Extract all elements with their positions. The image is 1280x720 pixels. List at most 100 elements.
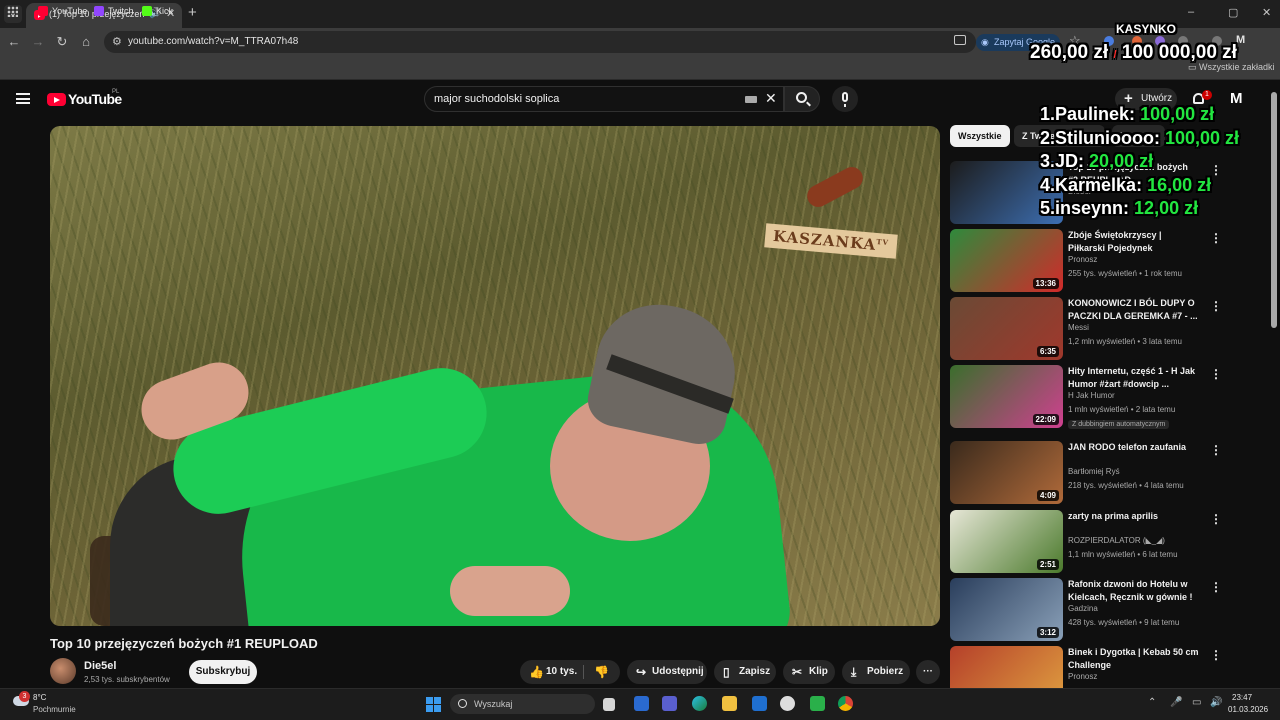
thumbs-up-icon[interactable]: 👍 <box>529 660 544 684</box>
video-thumbnail[interactable]: 6:35 <box>950 297 1063 360</box>
recommended-video[interactable]: 13:36 Zbóje Świętokrzyscy | Piłkarski Poj… <box>950 229 1222 293</box>
youtube-icon <box>38 6 48 16</box>
recommended-channel[interactable]: Pronosz <box>1068 255 1097 264</box>
bookmark-youtube[interactable]: YouTube <box>38 6 87 16</box>
recommended-video[interactable]: 4:09 JAN RODO telefon zaufania Bartłomiej … <box>950 441 1222 505</box>
more-options-icon[interactable]: ⋮ <box>1210 580 1222 594</box>
window-close-icon[interactable]: ✕ <box>1262 6 1271 19</box>
account-avatar[interactable]: M <box>1230 90 1248 108</box>
more-actions-button[interactable]: ··· <box>916 660 940 684</box>
recommended-video[interactable]: 6:35 KONONOWICZ I BÓL DUPY O PACZKI DLA G… <box>950 297 1222 361</box>
more-options-icon[interactable]: ⋮ <box>1210 299 1222 313</box>
teams-icon[interactable] <box>662 696 677 711</box>
app-icon[interactable] <box>780 696 795 711</box>
task-view-icon[interactable] <box>603 698 615 711</box>
recommended-video-title[interactable]: Binek i Dygotka | Kebab 50 cm Challenge <box>1068 646 1200 672</box>
leaderboard-rank: 4. <box>1040 174 1056 195</box>
recommended-channel[interactable]: Bartłomiej Ryś <box>1068 467 1120 476</box>
more-options-icon[interactable]: ⋮ <box>1210 648 1222 662</box>
video-thumbnail[interactable]: 22:09 <box>950 365 1063 428</box>
network-icon[interactable]: ▭ <box>1192 697 1201 708</box>
taskbar-search-input[interactable]: Wyszukaj <box>450 694 595 714</box>
more-options-icon[interactable]: ⋮ <box>1210 231 1222 245</box>
reload-icon[interactable]: ↻ <box>54 34 70 50</box>
more-options-icon[interactable]: ⋮ <box>1210 367 1222 381</box>
more-options-icon[interactable]: ⋮ <box>1210 163 1222 177</box>
download-button[interactable]: ⤓ Pobierz <box>842 660 910 684</box>
channel-name[interactable]: Die5el <box>84 660 116 672</box>
microphone-tray-icon[interactable]: 🎤 <box>1170 697 1182 708</box>
recommended-video[interactable]: 22:09 Hity Internetu, część 1 - H Jak Hum… <box>950 365 1222 429</box>
edge-icon[interactable] <box>692 696 707 711</box>
leaderboard-row: 5.inseynn: 12,00 zł <box>1040 198 1198 219</box>
clear-search-icon[interactable]: ✕ <box>765 90 777 107</box>
video-thumbnail[interactable]: 13:36 <box>950 229 1063 292</box>
recommended-channel[interactable]: Gadzina <box>1068 604 1098 613</box>
share-button[interactable]: ↪ Udostępnij <box>627 660 707 684</box>
recommended-video-title[interactable]: Hity Internetu, część 1 - H Jak Humor #ż… <box>1068 365 1200 391</box>
recommended-channel[interactable]: ROZPIERDALATOR (◣_◢) <box>1068 536 1165 545</box>
leaderboard-amount: 100,00 zł <box>1165 127 1240 148</box>
menu-hamburger-icon[interactable] <box>16 93 30 104</box>
new-tab-button[interactable]: + <box>188 4 197 21</box>
thumbs-down-icon[interactable]: 👎 <box>594 660 609 684</box>
home-icon[interactable]: ⌂ <box>78 34 94 49</box>
channel-avatar[interactable] <box>50 658 76 684</box>
recommended-channel[interactable]: Messi <box>1068 323 1089 332</box>
video-thumbnail[interactable]: 2:51 <box>950 510 1063 573</box>
video-player[interactable]: KASZANKATV <box>50 126 940 626</box>
casino-current: 260,00 zł <box>1030 42 1109 63</box>
subscribe-button[interactable]: Subskrybuj <box>189 660 257 684</box>
clock-date[interactable]: 01.03.2026 <box>1228 705 1268 714</box>
install-app-icon[interactable] <box>954 35 966 45</box>
voice-search-button[interactable] <box>832 86 858 112</box>
forward-arrow-icon[interactable]: → <box>30 34 46 49</box>
recommended-video-title[interactable]: zarty na prima aprilis <box>1068 510 1200 523</box>
weather-description[interactable]: Pochmurnie <box>33 705 76 714</box>
like-count[interactable]: 10 tys. <box>546 660 577 684</box>
file-explorer-icon[interactable] <box>722 696 737 711</box>
video-thumbnail[interactable]: 3:12 <box>950 578 1063 641</box>
recommended-meta: 218 tys. wyświetleń • 4 lata temu <box>1068 481 1184 490</box>
search-input[interactable]: major suchodolski soplica ✕ <box>424 86 784 112</box>
site-info-icon[interactable]: ⚙ <box>112 35 122 48</box>
recommended-video[interactable]: 3:12 Rafonix dzwoni do Hotelu w Kielcach,… <box>950 578 1222 642</box>
address-bar[interactable]: ⚙ youtube.com/watch?v=M_TTRA07h48 <box>104 31 976 53</box>
minimize-icon[interactable]: – <box>1188 6 1194 18</box>
recommended-video-title[interactable]: KONONOWICZ I BÓL DUPY O PACZKI DLA GEREM… <box>1068 297 1200 323</box>
kick-icon <box>142 6 152 16</box>
recommended-video-title[interactable]: JAN RODO telefon zaufania <box>1068 441 1200 454</box>
profile-avatar[interactable]: M <box>1236 34 1245 46</box>
store-icon[interactable] <box>752 696 767 711</box>
save-button[interactable]: ▯ Zapisz <box>714 660 776 684</box>
windows-start-icon[interactable] <box>426 697 441 712</box>
volume-icon[interactable]: 🔊 <box>1210 697 1222 708</box>
maximize-icon[interactable]: ▢ <box>1228 6 1238 19</box>
tray-chevron-icon[interactable]: ⌃ <box>1148 697 1156 708</box>
back-arrow-icon[interactable]: ← <box>6 34 22 49</box>
chip-all[interactable]: Wszystkie <box>950 125 1010 147</box>
bookmark-twitch[interactable]: Twitch <box>94 6 134 16</box>
keyboard-icon[interactable] <box>745 96 757 103</box>
more-options-icon[interactable]: ⋮ <box>1210 512 1222 526</box>
video-thumbnail[interactable]: 4:09 <box>950 441 1063 504</box>
recommended-video-title[interactable]: Zbóje Świętokrzyscy | Piłkarski Pojedyne… <box>1068 229 1200 255</box>
bookmark-kick[interactable]: Kick <box>142 6 173 16</box>
youtube-logo-icon[interactable] <box>47 93 66 106</box>
share-icon: ↪ <box>636 665 647 679</box>
clock-time[interactable]: 23:47 <box>1232 693 1252 702</box>
photoshop-icon[interactable] <box>634 696 649 711</box>
app-icon[interactable] <box>810 696 825 711</box>
recommended-video-title[interactable]: Rafonix dzwoni do Hotelu w Kielcach, Ręc… <box>1068 578 1200 604</box>
search-button[interactable] <box>784 86 820 112</box>
apps-grid-icon[interactable] <box>7 6 18 17</box>
page-scrollbar[interactable] <box>1271 92 1277 328</box>
weather-temperature[interactable]: 8°C <box>33 693 46 702</box>
more-options-icon[interactable]: ⋮ <box>1210 443 1222 457</box>
leaderboard-name: Stilunioooo: <box>1055 127 1160 148</box>
recommended-channel[interactable]: Pronosz <box>1068 672 1097 681</box>
chrome-icon[interactable] <box>838 696 853 711</box>
clip-button[interactable]: ✂ Klip <box>783 660 835 684</box>
recommended-channel[interactable]: H Jak Humor <box>1068 391 1115 400</box>
recommended-video[interactable]: 2:51 zarty na prima aprilis ROZPIERDALATOR… <box>950 510 1222 574</box>
